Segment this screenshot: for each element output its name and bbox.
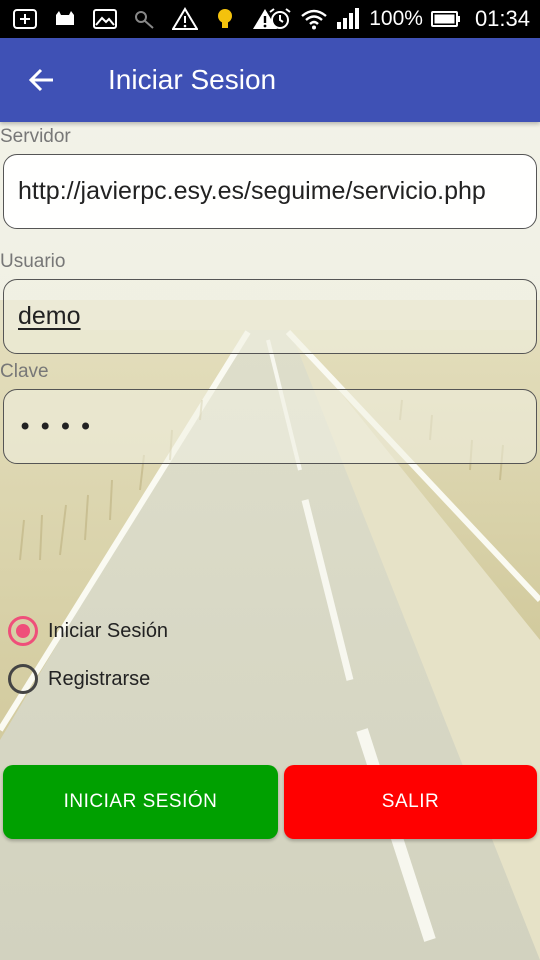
password-label: Clave bbox=[0, 361, 49, 382]
radio-registrarse[interactable]: Registrarse bbox=[8, 664, 150, 694]
radio-iniciar-sesion[interactable]: Iniciar Sesión bbox=[8, 616, 168, 646]
cat-icon bbox=[56, 11, 74, 25]
status-bar-notifications bbox=[0, 7, 278, 31]
key-icon bbox=[135, 11, 154, 29]
user-input[interactable] bbox=[18, 302, 536, 331]
battery-percentage: 100% bbox=[369, 7, 423, 30]
arrow-back-icon bbox=[28, 68, 53, 92]
password-input[interactable]: •••• bbox=[18, 413, 99, 441]
wifi-icon bbox=[301, 9, 327, 30]
app-bar: Iniciar Sesion bbox=[0, 38, 540, 122]
add-box-icon bbox=[13, 9, 37, 29]
login-button[interactable]: INICIAR SESIÓN bbox=[3, 765, 278, 839]
password-field[interactable]: •••• bbox=[3, 389, 537, 464]
clock: 01:34 bbox=[474, 6, 530, 31]
bulb-icon bbox=[218, 9, 232, 28]
radio-label: Registrarse bbox=[48, 667, 151, 690]
warning-icon bbox=[172, 7, 198, 30]
radio-checked-icon bbox=[8, 616, 38, 646]
image-icon bbox=[93, 9, 117, 29]
user-field[interactable] bbox=[3, 279, 537, 354]
user-label: Usuario bbox=[0, 251, 66, 272]
signal-icon bbox=[337, 8, 360, 29]
back-button[interactable] bbox=[0, 38, 84, 122]
battery-icon bbox=[430, 11, 460, 27]
status-bar: 100% 01:34 bbox=[0, 0, 540, 38]
server-label: Servidor bbox=[0, 126, 71, 147]
page-title: Iniciar Sesion bbox=[108, 64, 277, 95]
radio-unchecked-icon bbox=[8, 664, 38, 694]
radio-label: Iniciar Sesión bbox=[48, 619, 169, 642]
status-bar-system: 100% 01:34 bbox=[267, 0, 530, 38]
exit-button[interactable]: SALIR bbox=[284, 765, 537, 839]
server-field[interactable] bbox=[3, 154, 537, 229]
alarm-icon bbox=[269, 8, 291, 29]
server-input[interactable] bbox=[18, 177, 536, 206]
